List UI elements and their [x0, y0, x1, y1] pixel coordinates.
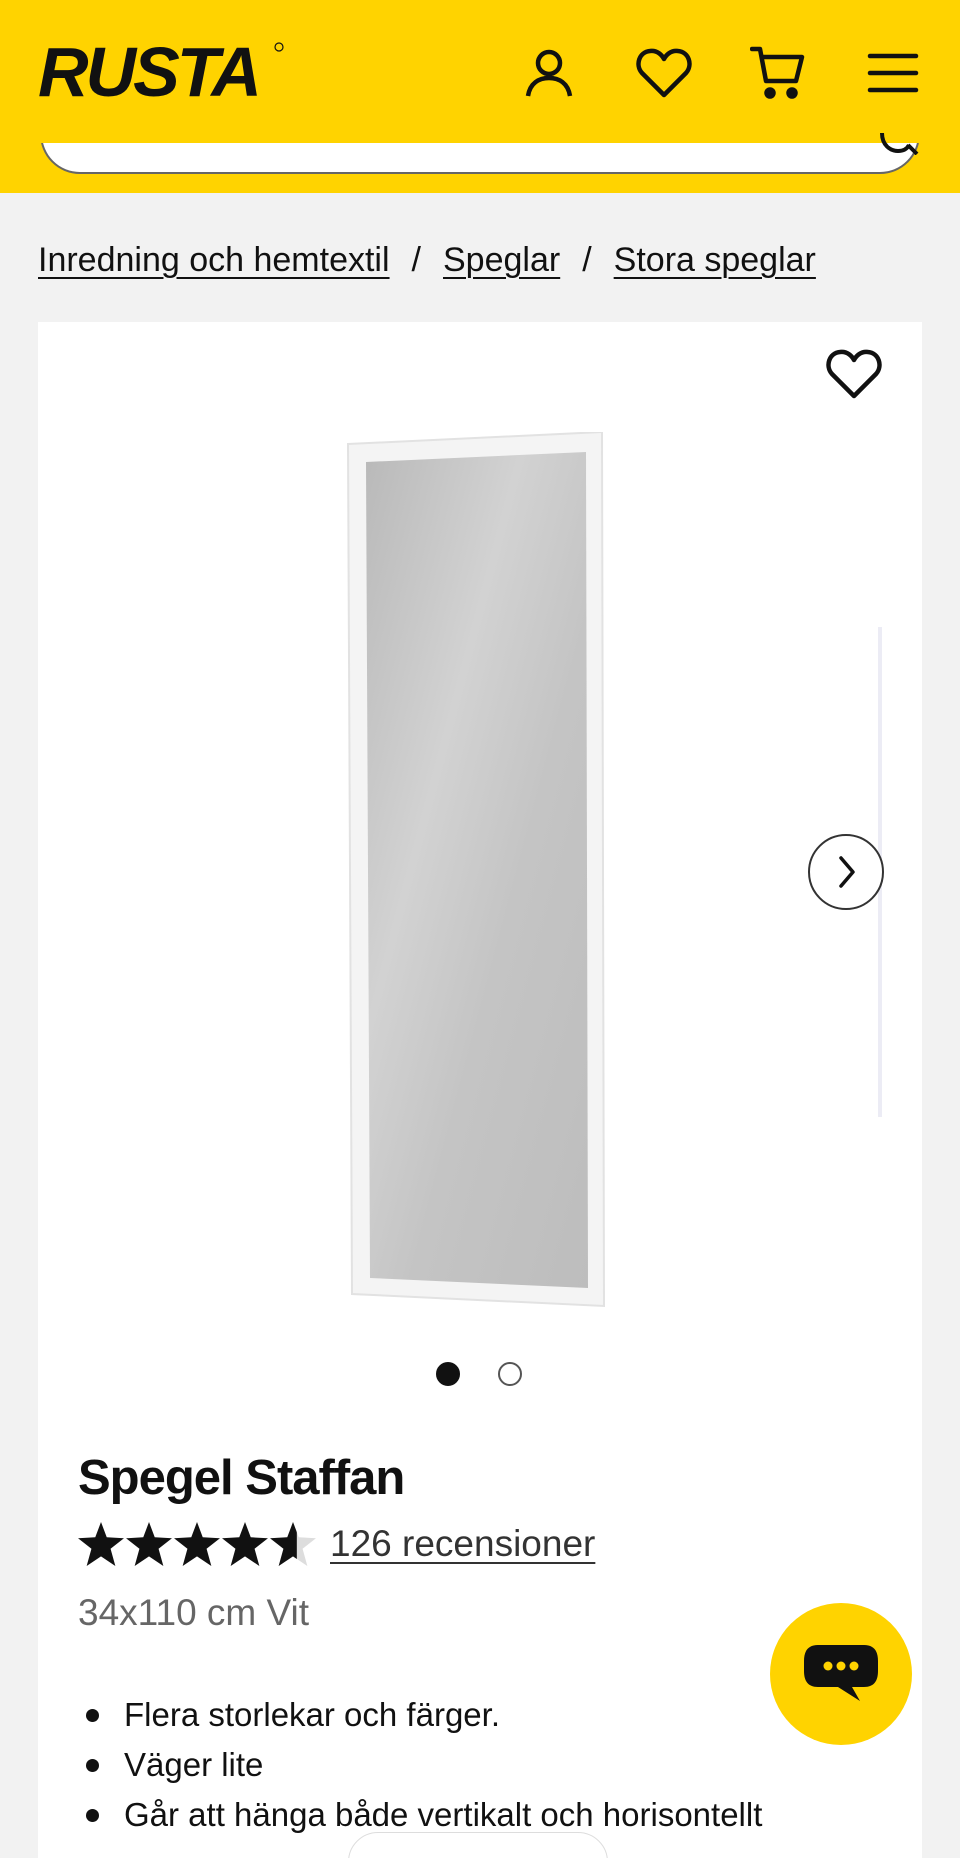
next-image-button[interactable] — [808, 834, 884, 910]
rusta-logo[interactable]: RUSTA — [38, 38, 288, 106]
product-rating: 126 recensioner — [78, 1522, 595, 1566]
product-variant: 34x110 cm Vit — [78, 1592, 310, 1633]
breadcrumb: Inredning och hemtextil / Speglar / Stor… — [38, 238, 816, 282]
add-to-favorites-heart-icon[interactable] — [826, 348, 882, 400]
star-icon — [126, 1522, 172, 1566]
sticky-bottom-pill[interactable] — [348, 1832, 608, 1858]
product-title: Spegel Staffan — [78, 1451, 405, 1505]
star-icon — [78, 1522, 124, 1566]
gallery-dot-1[interactable] — [436, 1362, 460, 1386]
heart-icon[interactable] — [635, 44, 693, 102]
menu-icon[interactable] — [864, 44, 922, 102]
star-icon — [222, 1522, 268, 1566]
logo-text: RUSTA — [38, 38, 259, 106]
breadcrumb-item-speglar[interactable]: Speglar — [443, 241, 560, 280]
reviews-link[interactable]: 126 recensioner — [330, 1523, 595, 1565]
site-header: RUSTA — [0, 0, 960, 193]
chat-button[interactable] — [770, 1603, 912, 1745]
feature-item: Flera storlekar och färger. — [78, 1690, 762, 1740]
breadcrumb-item-inredning[interactable]: Inredning och hemtextil — [38, 241, 390, 280]
breadcrumb-item-stora-speglar[interactable]: Stora speglar — [614, 241, 816, 280]
breadcrumb-separator: / — [411, 240, 421, 279]
breadcrumb-separator: / — [582, 240, 592, 279]
gallery-dot-2[interactable] — [498, 1362, 522, 1386]
search-icon[interactable] — [876, 132, 920, 160]
star-rating — [78, 1522, 316, 1566]
cart-icon[interactable] — [749, 44, 807, 102]
product-image[interactable] — [338, 430, 618, 1357]
user-icon[interactable] — [520, 44, 578, 102]
half-star-icon — [270, 1522, 316, 1566]
gallery-pagination — [436, 1362, 522, 1386]
feature-item: Väger lite — [78, 1740, 762, 1790]
star-icon — [174, 1522, 220, 1566]
chevron-right-icon — [839, 856, 855, 888]
chat-bubble-icon — [804, 1645, 878, 1701]
product-features: Flera storlekar och färger. Väger lite G… — [78, 1690, 762, 1840]
